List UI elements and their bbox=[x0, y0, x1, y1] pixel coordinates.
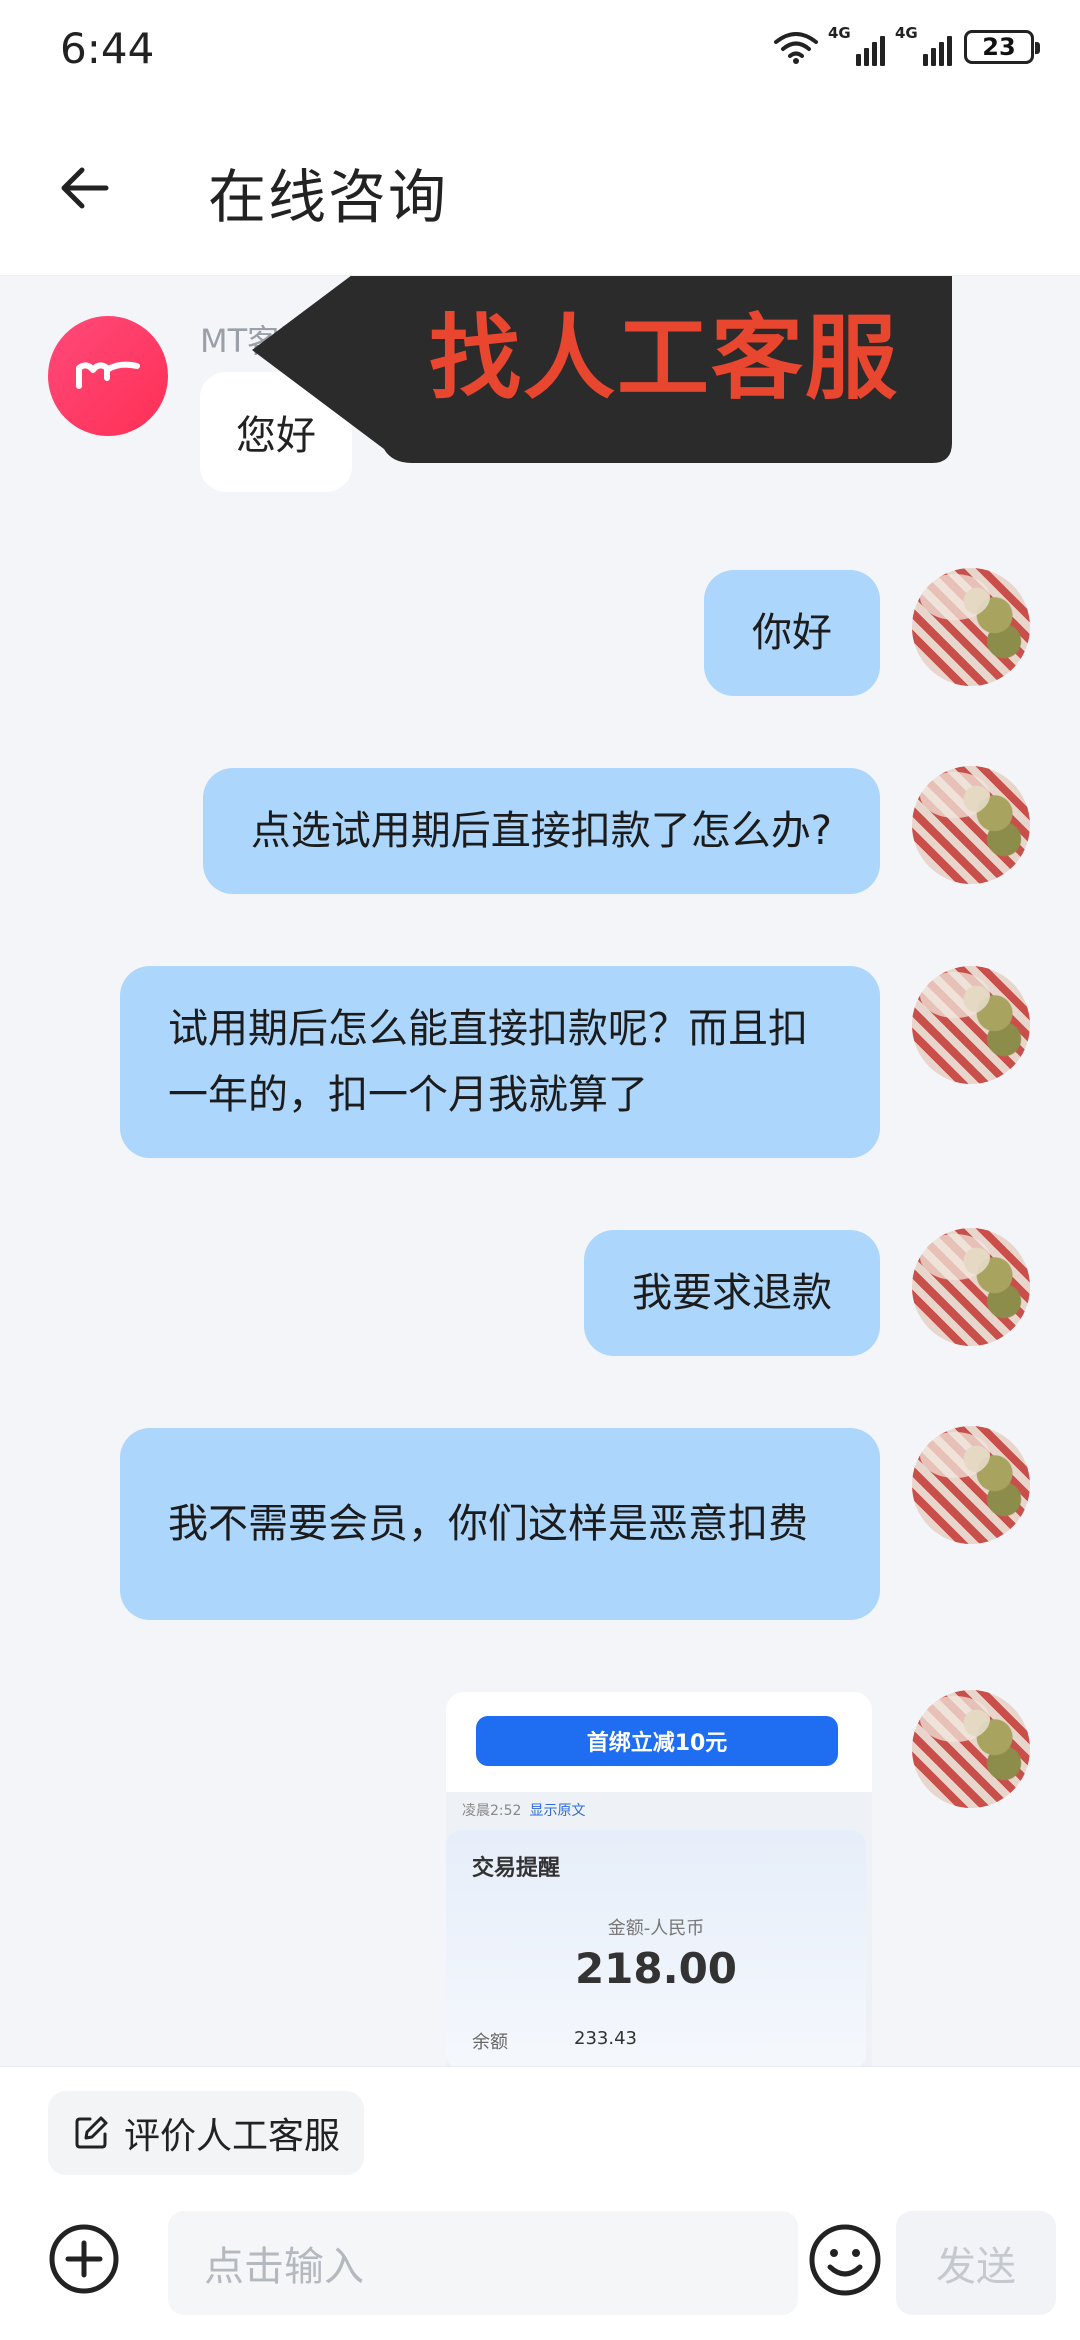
emoji-icon[interactable] bbox=[808, 2223, 882, 2297]
user-avatar[interactable] bbox=[912, 568, 1030, 686]
status-time: 6:44 bbox=[60, 24, 155, 73]
message-input[interactable]: 点击输入 bbox=[168, 2211, 798, 2315]
image-time: 凌晨2:52 bbox=[462, 1803, 522, 1819]
balance-value: 233.43 bbox=[574, 2028, 637, 2049]
chat-area[interactable]: MT客服君 您好 找人工客服 你好 点选试用期后直接扣款了怎么办? 试用期后怎么… bbox=[0, 276, 1080, 2066]
image-message[interactable]: 首绑立减10元 凌晨2:52 显示原文 交易提醒 金额-人民币 218.00 余额… bbox=[446, 1692, 872, 2066]
status-icons: 4G 4G 23 bbox=[774, 24, 1040, 66]
signal-icon-2: 4G bbox=[895, 24, 952, 66]
bottom-bar: 评价人工客服 点击输入 发送 bbox=[0, 2066, 1080, 2340]
status-bar: 6:44 4G 4G 23 bbox=[0, 0, 1080, 104]
image-banner-button: 首绑立减10元 bbox=[476, 1716, 838, 1766]
image-subtext: 凌晨2:52 显示原文 bbox=[462, 1800, 585, 1820]
page-title: 在线咨询 bbox=[208, 163, 449, 231]
amount-label: 金额-人民币 bbox=[607, 1918, 705, 1939]
amount-value: 218.00 bbox=[574, 1944, 738, 1993]
user-avatar[interactable] bbox=[912, 1426, 1030, 1544]
user-message-bubble[interactable]: 我不需要会员，你们这样是恶意扣费 bbox=[120, 1428, 880, 1620]
transaction-title: 交易提醒 bbox=[472, 1856, 561, 1881]
send-button[interactable]: 发送 bbox=[896, 2211, 1056, 2315]
image-link: 显示原文 bbox=[529, 1803, 586, 1819]
evaluate-agent-label: 评价人工客服 bbox=[124, 2116, 341, 2157]
edit-icon bbox=[75, 2116, 108, 2149]
user-avatar[interactable] bbox=[912, 966, 1030, 1084]
signal-icon: 4G bbox=[828, 24, 885, 66]
agent-avatar[interactable] bbox=[48, 316, 168, 436]
network-type-label-2: 4G bbox=[895, 24, 918, 42]
user-avatar[interactable] bbox=[912, 1228, 1030, 1346]
overlay-callout: 找人工客服 bbox=[252, 276, 952, 463]
transaction-card: 交易提醒 金额-人民币 218.00 余额 233.43 bbox=[446, 1830, 866, 2066]
balance-label: 余额 bbox=[472, 2032, 508, 2053]
user-avatar[interactable] bbox=[912, 1690, 1030, 1808]
evaluate-agent-button[interactable]: 评价人工客服 bbox=[48, 2091, 365, 2175]
network-type-label: 4G bbox=[828, 24, 851, 42]
meitu-logo-icon bbox=[76, 361, 140, 389]
user-message-bubble[interactable]: 你好 bbox=[704, 570, 880, 696]
user-message-bubble[interactable]: 点选试用期后直接扣款了怎么办? bbox=[202, 768, 880, 894]
user-message-bubble[interactable]: 我要求退款 bbox=[584, 1230, 880, 1356]
user-avatar[interactable] bbox=[912, 766, 1030, 884]
app-header: 在线咨询 bbox=[0, 104, 1080, 276]
image-banner: 首绑立减10元 bbox=[446, 1692, 872, 1792]
callout-text: 找人工客服 bbox=[428, 304, 899, 412]
add-icon[interactable] bbox=[48, 2223, 120, 2295]
wifi-icon bbox=[774, 32, 818, 64]
user-message-bubble[interactable]: 试用期后怎么能直接扣款呢？而且扣一年的，扣一个月我就算了 bbox=[120, 966, 880, 1158]
back-arrow-icon[interactable] bbox=[56, 160, 112, 216]
battery-icon: 23 bbox=[964, 30, 1040, 64]
